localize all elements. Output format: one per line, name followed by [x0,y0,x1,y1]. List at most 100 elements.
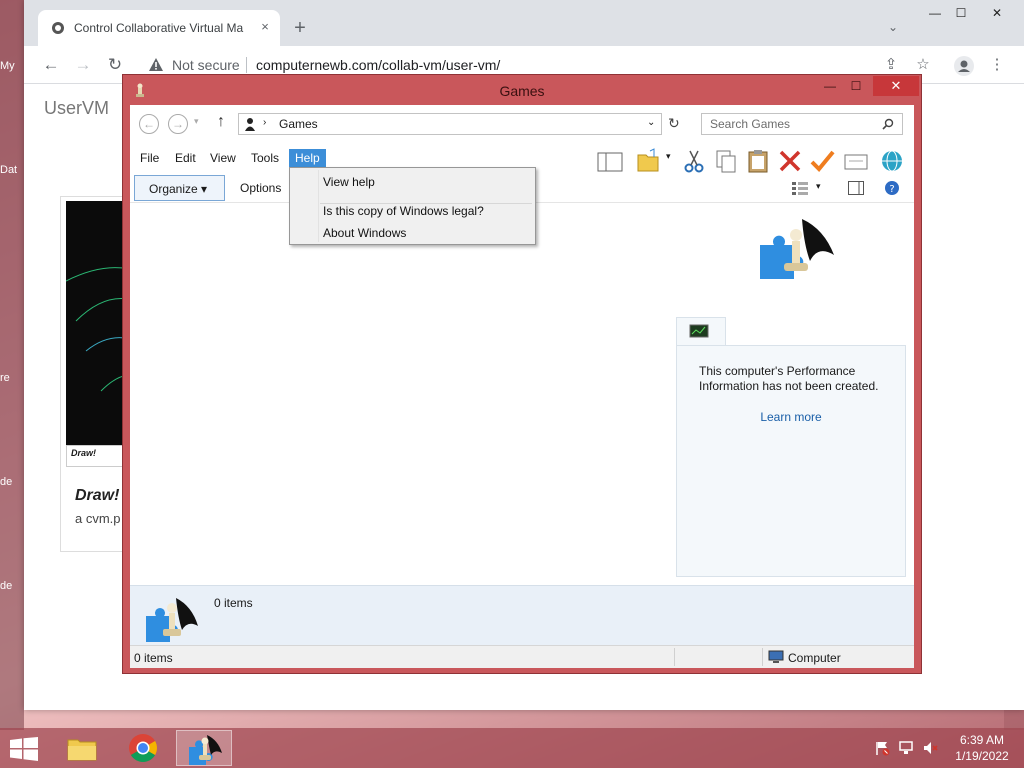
menu-item-windows-legal[interactable]: Is this copy of Windows legal? [323,204,484,218]
games-folder-icon [245,118,255,131]
network-icon[interactable] [898,740,914,756]
search-icon[interactable] [882,118,894,130]
refresh-icon[interactable]: ↻ [668,115,680,132]
view-dropdown-icon[interactable]: ▾ [816,181,821,192]
taskbar-chrome[interactable] [116,730,172,766]
computer-icon [768,650,784,663]
new-tab-button[interactable]: + [290,18,310,40]
menu-gutter [318,170,319,242]
games-taskbar-icon [189,735,222,765]
address-dropdown-icon[interactable]: ⌄ [647,117,655,128]
vm-subtitle: a cvm.p [75,511,121,526]
games-explorer-window: Games — ☐ ✕ ← → ▾ ↑ › Games ⌄ ↻ Search G… [122,74,922,674]
site-brand[interactable]: UserVM [44,98,109,119]
menu-edit[interactable]: Edit [169,149,202,167]
desktop-icon-label[interactable]: de [0,580,24,592]
start-windows-icon[interactable] [10,737,38,761]
cut-scissors-icon[interactable] [680,147,708,175]
organize-button[interactable]: Organize ▾ [134,175,225,201]
taskbar-file-explorer[interactable] [54,730,110,766]
games-chess-puzzle-icon [760,219,834,279]
menu-view[interactable]: View [204,149,242,167]
vm-title[interactable]: Draw! [75,487,119,505]
tab-title: Control Collaborative Virtual Ma [74,21,244,35]
checkmark-icon[interactable] [808,147,836,175]
status-divider [674,648,675,666]
options-button[interactable]: Options [240,181,281,195]
menu-tools[interactable]: Tools [245,149,285,167]
menu-help[interactable]: Help [289,149,326,167]
preview-toggle-icon[interactable] [848,181,864,195]
globe-icon[interactable] [878,147,906,175]
performance-monitor-icon [689,324,709,338]
volume-muted-icon[interactable] [922,740,938,756]
back-arrow-icon[interactable]: ← [40,54,62,76]
bookmark-star-icon[interactable]: ☆ [914,56,932,74]
explorer-forward-icon[interactable]: → [168,114,188,134]
up-arrow-icon[interactable]: ↑ [217,113,225,131]
address-text[interactable]: Games [279,117,318,131]
explorer-statusbar: 0 items Computer [130,645,914,668]
window-close-button[interactable]: ✕ [982,6,1012,26]
menu-item-about-windows[interactable]: About Windows [323,226,406,240]
explorer-address-row: ← → ▾ ↑ › Games ⌄ ↻ Search Games [130,105,914,143]
folder-icon[interactable] [634,147,662,175]
folder-dropdown-icon[interactable]: ▾ [666,151,671,162]
desktop-icon-label[interactable]: de [0,476,24,488]
clock-date: 1/19/2022 [955,749,1009,763]
explorer-minimize-button[interactable]: — [817,79,843,95]
explorer-back-icon[interactable]: ← [139,114,159,134]
delete-x-icon[interactable] [776,147,804,175]
file-explorer-icon [67,739,97,761]
omnibox-separator [246,57,247,73]
recent-locations-icon[interactable]: ▾ [194,116,199,127]
status-divider [762,648,763,666]
search-placeholder: Search Games [710,117,791,131]
explorer-search-input[interactable]: Search Games [701,113,903,135]
menu-item-view-help[interactable]: View help [323,175,375,189]
explorer-maximize-button[interactable]: ☐ [843,79,869,95]
view-options-icon[interactable] [792,181,808,195]
performance-info-text: This computer's Performance Information … [699,364,879,393]
url-text[interactable]: computernewb.com/collab-vm/user-vm/ [256,57,500,73]
taskbar-clock[interactable]: 6:39 AM 1/19/2022 [950,732,1014,764]
tab-strip: Control Collaborative Virtual Ma × + ⌄ —… [24,0,1024,46]
tab-close-icon[interactable]: × [256,18,274,36]
action-center-flag-icon[interactable] [874,740,890,756]
explorer-titlebar[interactable]: Games — ☐ ✕ [123,75,921,105]
copy-icon[interactable] [712,147,740,175]
desktop-icon-label[interactable]: re [0,372,24,384]
clock-time: 6:39 AM [959,733,1005,747]
details-item-count: 0 items [214,596,253,610]
tab-search-icon[interactable]: ⌄ [888,20,898,34]
desktop-icon-label[interactable]: Dat [0,164,24,176]
preview-pane-icon[interactable] [596,147,624,175]
reload-icon[interactable]: ↻ [104,54,126,76]
help-question-icon[interactable]: ? [884,180,900,196]
browser-menu-icon[interactable]: ⋮ [988,56,1006,74]
status-location: Computer [788,651,841,665]
profile-avatar-icon[interactable] [954,56,974,76]
explorer-title: Games [499,83,545,99]
help-dropdown-menu: View help Is this copy of Windows legal?… [289,167,536,245]
performance-panel: This computer's Performance Information … [676,345,906,577]
breadcrumb-chevron-icon[interactable]: › [263,117,266,128]
taskbar-games[interactable] [176,730,232,766]
explorer-address-bar[interactable]: › Games ⌄ [238,113,662,135]
forward-arrow-icon[interactable]: → [72,54,94,76]
warning-triangle-icon[interactable] [148,57,164,73]
details-pane: 0 items [130,585,914,645]
explorer-close-button[interactable]: ✕ [873,76,919,96]
chrome-icon [129,734,157,762]
menu-file[interactable]: File [134,149,165,167]
collabvm-favicon-icon [52,22,64,34]
learn-more-link[interactable]: Learn more [677,410,905,424]
paste-clipboard-icon[interactable] [744,147,772,175]
share-icon[interactable]: ⇪ [882,56,900,74]
browser-tab[interactable]: Control Collaborative Virtual Ma × [38,10,280,46]
performance-tab[interactable] [676,317,726,347]
properties-icon[interactable] [842,147,870,175]
desktop-icon-label[interactable]: My [0,60,24,72]
security-status[interactable]: Not secure [172,57,240,73]
window-maximize-button[interactable]: ☐ [946,6,976,26]
